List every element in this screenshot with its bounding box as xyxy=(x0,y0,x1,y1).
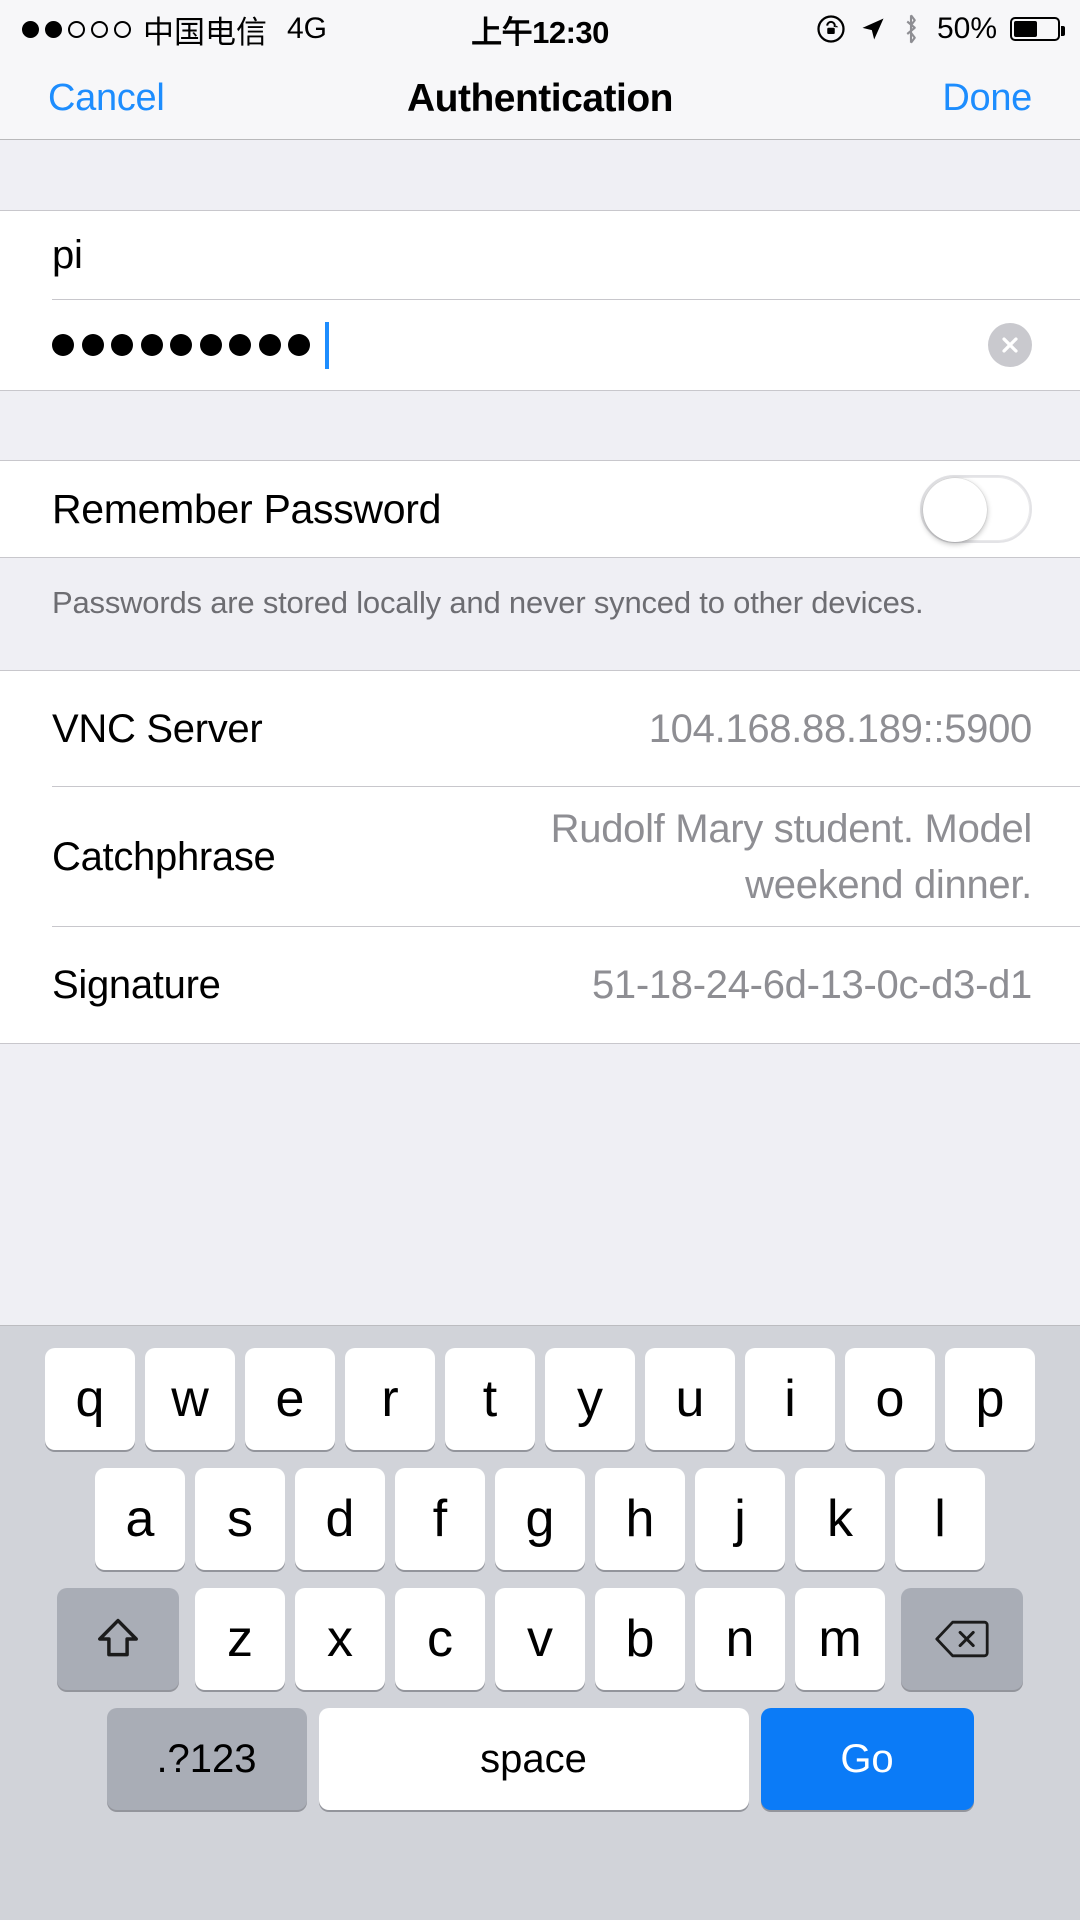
password-row[interactable] xyxy=(0,300,1080,390)
key-f[interactable]: f xyxy=(395,1468,485,1570)
username-input[interactable]: pi xyxy=(52,233,83,278)
status-bar: 中国电信 4G 上午12:30 50% xyxy=(0,0,1080,58)
keyboard-row-4: .?123 space Go xyxy=(0,1690,1080,1810)
text-cursor xyxy=(324,321,329,369)
key-t[interactable]: t xyxy=(445,1348,535,1450)
password-input[interactable] xyxy=(52,321,329,369)
password-dot xyxy=(258,334,281,356)
table-row[interactable]: VNC Server 104.168.88.189::5900 xyxy=(0,671,1080,787)
password-dot xyxy=(81,334,104,356)
signature-value: 51-18-24-6d-13-0c-d3-d1 xyxy=(591,962,1032,1007)
password-dot xyxy=(140,334,163,356)
table-row[interactable]: Signature 51-18-24-6d-13-0c-d3-d1 xyxy=(0,927,1080,1043)
toggle-knob xyxy=(923,478,987,542)
clear-circle-icon[interactable] xyxy=(988,323,1032,367)
phone-screen: 中国电信 4G 上午12:30 50% Cancel Authenticatio… xyxy=(0,0,1080,1920)
vnc-server-label: VNC Server xyxy=(52,706,263,751)
username-row[interactable]: pi xyxy=(0,211,1080,300)
key-n[interactable]: n xyxy=(695,1588,785,1690)
keyboard-letters-row-3: zxcvbnm xyxy=(195,1588,885,1690)
key-x[interactable]: x xyxy=(295,1588,385,1690)
on-screen-keyboard: qwertyuiop asdfghjkl zxcvbnm .?123 space… xyxy=(0,1325,1080,1920)
remember-password-footer-note: Passwords are stored locally and never s… xyxy=(0,558,1080,670)
key-h[interactable]: h xyxy=(595,1468,685,1570)
location-arrow-icon xyxy=(859,15,887,43)
battery-icon xyxy=(1010,17,1065,41)
password-dot xyxy=(52,334,74,356)
key-l[interactable]: l xyxy=(895,1468,985,1570)
key-r[interactable]: r xyxy=(345,1348,435,1450)
keyboard-row-2: asdfghjkl xyxy=(0,1450,1080,1570)
password-dot xyxy=(229,334,251,356)
battery-percent-label: 50% xyxy=(936,12,997,45)
catchphrase-value: Rudolf Mary student. Model weekend dinne… xyxy=(550,807,1033,907)
keyboard-row-1: qwertyuiop xyxy=(0,1326,1080,1450)
password-dot xyxy=(288,334,310,356)
password-dot xyxy=(199,334,222,356)
page-title: Authentication xyxy=(407,76,673,120)
remember-password-toggle[interactable] xyxy=(920,475,1032,543)
remember-password-row[interactable]: Remember Password xyxy=(0,461,1080,558)
status-bar-right: 50% xyxy=(816,12,1065,46)
key-k[interactable]: k xyxy=(795,1468,885,1570)
key-v[interactable]: v xyxy=(495,1588,585,1690)
key-q[interactable]: q xyxy=(45,1348,135,1450)
go-key[interactable]: Go xyxy=(760,1708,974,1810)
key-c[interactable]: c xyxy=(395,1588,485,1690)
key-a[interactable]: a xyxy=(95,1468,185,1570)
key-s[interactable]: s xyxy=(195,1468,285,1570)
backspace-icon[interactable] xyxy=(901,1588,1023,1690)
key-b[interactable]: b xyxy=(595,1588,685,1690)
keyboard-row-3: zxcvbnm xyxy=(0,1570,1080,1690)
key-d[interactable]: d xyxy=(295,1468,385,1570)
server-info-group: VNC Server 104.168.88.189::5900 Catchphr… xyxy=(0,670,1080,1044)
remember-password-label: Remember Password xyxy=(52,485,442,532)
table-row[interactable]: Catchphrase Rudolf Mary student. Model w… xyxy=(0,787,1080,927)
key-g[interactable]: g xyxy=(495,1468,585,1570)
section-spacer-middle xyxy=(0,390,1080,461)
signature-label: Signature xyxy=(52,962,221,1007)
navigation-bar: Cancel Authentication Done xyxy=(0,58,1080,140)
key-w[interactable]: w xyxy=(145,1348,235,1450)
space-key[interactable]: space xyxy=(318,1708,749,1810)
key-z[interactable]: z xyxy=(195,1588,285,1690)
key-e[interactable]: e xyxy=(245,1348,335,1450)
key-i[interactable]: i xyxy=(745,1348,835,1450)
shift-arrow-icon[interactable] xyxy=(57,1588,179,1690)
key-y[interactable]: y xyxy=(545,1348,635,1450)
key-p[interactable]: p xyxy=(945,1348,1035,1450)
section-spacer-top xyxy=(0,141,1080,211)
key-o[interactable]: o xyxy=(845,1348,935,1450)
done-button[interactable]: Done xyxy=(942,77,1032,120)
bluetooth-icon xyxy=(900,14,922,44)
vnc-server-value: 104.168.88.189::5900 xyxy=(648,706,1033,751)
catchphrase-label: Catchphrase xyxy=(52,834,276,879)
key-j[interactable]: j xyxy=(695,1468,785,1570)
credentials-group: pi xyxy=(0,211,1080,390)
password-dot xyxy=(170,334,192,356)
rotation-lock-icon xyxy=(816,14,846,44)
key-u[interactable]: u xyxy=(645,1348,735,1450)
password-dot xyxy=(111,334,133,356)
numeric-keyboard-button[interactable]: .?123 xyxy=(106,1708,307,1810)
key-m[interactable]: m xyxy=(795,1588,885,1690)
